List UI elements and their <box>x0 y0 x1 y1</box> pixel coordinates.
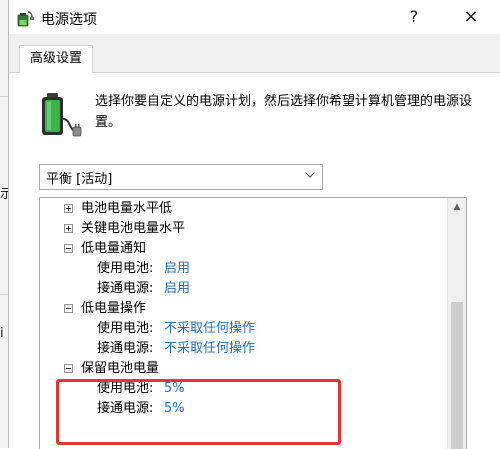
battery-plug-icon <box>42 93 82 137</box>
setting-label: 使用电池: <box>97 321 154 336</box>
close-button[interactable]: × <box>445 0 497 34</box>
setting-value-link[interactable]: 不采取任何操作 <box>164 319 255 339</box>
tree-group-reserve-battery-level[interactable]: 保留电池电量 <box>40 359 446 379</box>
setting-label: 接通电源: <box>97 281 154 296</box>
tab-strip: 高级设置 <box>9 34 500 73</box>
power-plan-dropdown[interactable]: 平衡 [活动] <box>39 164 323 190</box>
collapse-minus-icon[interactable] <box>64 244 73 253</box>
background-window-text: i <box>0 326 4 341</box>
setting-value-link[interactable]: 启用 <box>164 259 190 279</box>
setting-value-link[interactable]: 启用 <box>164 279 190 299</box>
tree-setting-row: 接通电源: 不采取任何操作 <box>40 339 446 359</box>
tree-group-label: 关键电池电量水平 <box>81 221 186 236</box>
tree-setting-row: 使用电池: 不采取任何操作 <box>40 319 446 339</box>
red-highlight-annotation <box>56 379 341 445</box>
instruction-text: 选择你要自定义的电源计划，然后选择你希望计算机管理的电源设置。 <box>95 94 473 130</box>
expand-plus-icon[interactable] <box>64 204 73 213</box>
tab-advanced-settings[interactable]: 高级设置 <box>19 45 94 73</box>
collapse-minus-icon[interactable] <box>64 304 73 313</box>
power-plan-selected: 平衡 [活动] <box>46 172 113 187</box>
tree-group-low-battery-level[interactable]: 电池电量水平低 <box>40 199 446 219</box>
tree-group-low-battery-notification[interactable]: 低电量通知 <box>40 239 446 259</box>
scroll-up-arrow-icon[interactable]: ▲ <box>448 198 466 216</box>
window-title: 电源选项 <box>41 12 97 28</box>
tree-setting-row: 使用电池: 启用 <box>40 259 446 279</box>
background-window-divider <box>0 294 8 295</box>
power-options-dialog: 电源选项 ? × 高级设置 选择你要自定义的电源计划，然后选择你希望计算机管理的… <box>8 0 500 449</box>
help-button[interactable]: ? <box>391 0 437 34</box>
expand-plus-icon[interactable] <box>64 224 73 233</box>
setting-label: 使用电池: <box>97 261 154 276</box>
power-options-icon <box>17 11 34 27</box>
title-bar: 电源选项 ? × <box>9 0 500 34</box>
tree-scrollbar[interactable]: ▲ <box>447 198 466 449</box>
setting-value-link[interactable]: 不采取任何操作 <box>164 339 255 359</box>
tree-group-label: 低电量操作 <box>81 301 147 316</box>
tree-group-label: 低电量通知 <box>81 241 147 256</box>
tree-group-critical-battery-level[interactable]: 关键电池电量水平 <box>40 219 446 239</box>
tree-group-label: 保留电池电量 <box>81 361 160 376</box>
tree-setting-row: 接通电源: 启用 <box>40 279 446 299</box>
tree-group-low-battery-action[interactable]: 低电量操作 <box>40 299 446 319</box>
scrollbar-thumb[interactable] <box>451 302 463 449</box>
tree-group-label: 电池电量水平低 <box>81 201 173 216</box>
collapse-minus-icon[interactable] <box>64 364 73 373</box>
advanced-settings-panel: 选择你要自定义的电源计划，然后选择你希望计算机管理的电源设置。 平衡 [活动] … <box>9 73 500 449</box>
chevron-down-icon <box>305 172 315 178</box>
background-window-divider <box>0 96 8 97</box>
setting-label: 接通电源: <box>97 341 154 356</box>
